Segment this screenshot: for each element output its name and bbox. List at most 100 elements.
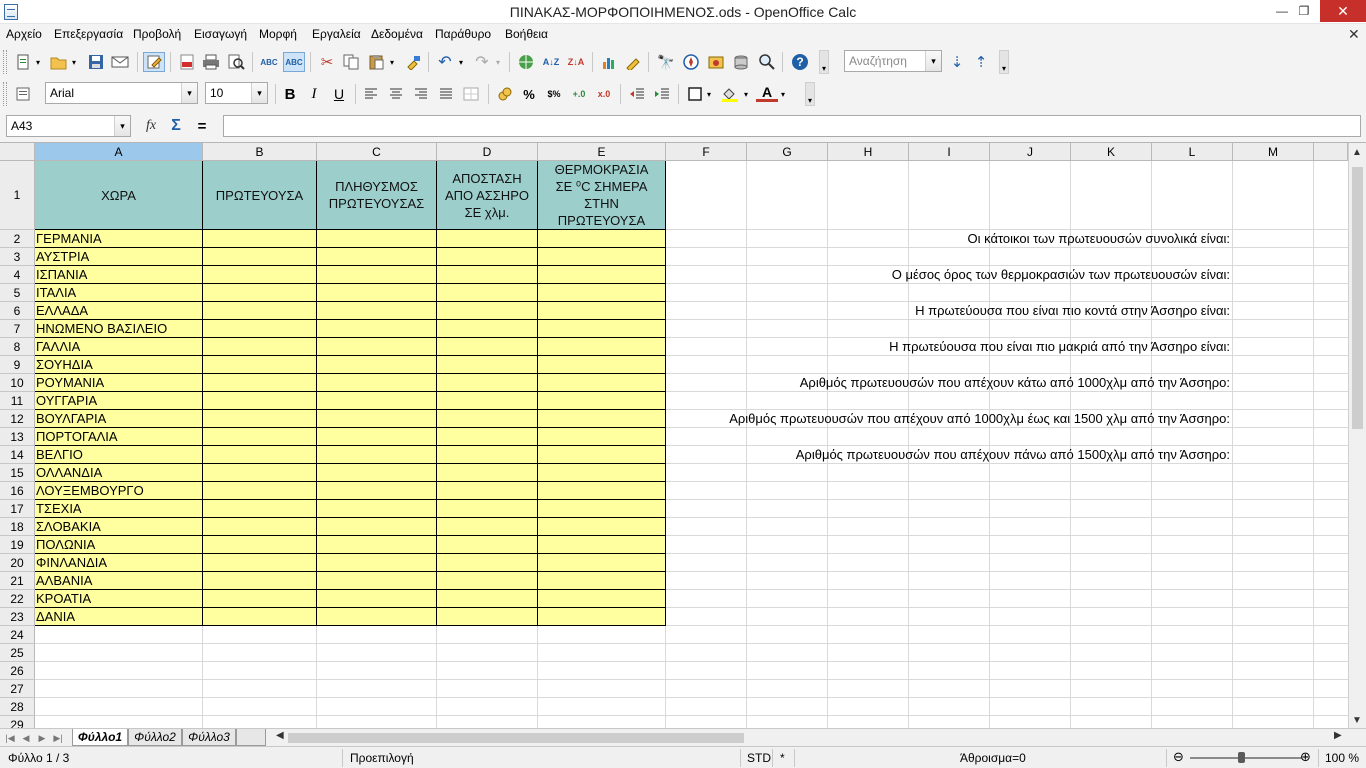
first-sheet-icon[interactable]: |◀: [4, 731, 16, 745]
summary-label[interactable]: Αριθμός πρωτευουσών που απέχουν πάνω από…: [796, 446, 1230, 464]
previous-sheet-icon[interactable]: ◀: [20, 731, 32, 745]
data-cell[interactable]: [437, 536, 538, 554]
data-cell[interactable]: [538, 536, 666, 554]
horizontal-scrollbar[interactable]: ◀ ▶: [274, 730, 1348, 746]
data-cell[interactable]: [538, 338, 666, 356]
toolbar-grip[interactable]: [3, 82, 7, 106]
data-cell[interactable]: [317, 482, 437, 500]
name-box-dropdown-arrow-icon[interactable]: ▾: [114, 116, 130, 136]
data-cell[interactable]: [437, 500, 538, 518]
menu-format[interactable]: Μορφή: [259, 27, 297, 41]
background-color-dropdown-arrow-icon[interactable]: ▾: [741, 84, 751, 104]
row-header-29[interactable]: 29: [0, 716, 35, 728]
justify-icon[interactable]: [435, 84, 457, 104]
currency-format-icon[interactable]: [494, 84, 516, 104]
page-style[interactable]: Προεπιλογή: [350, 751, 414, 765]
print-preview-icon[interactable]: [225, 52, 247, 72]
data-cell[interactable]: [203, 356, 317, 374]
row-header-8[interactable]: 8: [0, 338, 35, 356]
column-header-e[interactable]: E: [538, 143, 666, 161]
scroll-down-icon[interactable]: ▼: [1352, 715, 1362, 726]
data-cell[interactable]: [203, 392, 317, 410]
decrease-indent-icon[interactable]: [626, 84, 648, 104]
paste-dropdown-arrow-icon[interactable]: ▾: [387, 52, 397, 72]
spellcheck-icon[interactable]: ABC: [258, 52, 280, 72]
sheet-tab-2[interactable]: Φύλλο2: [128, 729, 182, 746]
clone-formatting-icon[interactable]: [402, 52, 424, 72]
header-temperature[interactable]: ΘΕΡΜΟΚΡΑΣΙΑ ΣΕ ⁰C ΣΗΜΕΡΑ ΣΤΗΝ ΠΡΩΤΕΥΟΥΣΑ: [538, 161, 666, 230]
summary-label[interactable]: Ο μέσος όρος των θερμοκρασιών των πρωτευ…: [892, 266, 1230, 284]
data-cell[interactable]: [317, 428, 437, 446]
data-cell[interactable]: [203, 464, 317, 482]
autospellcheck-icon[interactable]: ABC: [283, 52, 305, 72]
row-header-10[interactable]: 10: [0, 374, 35, 392]
data-cell[interactable]: [317, 572, 437, 590]
gallery-icon[interactable]: [705, 52, 727, 72]
add-sheet-tab[interactable]: [236, 729, 266, 746]
row-header-12[interactable]: 12: [0, 410, 35, 428]
data-sources-icon[interactable]: [730, 52, 752, 72]
find-previous-icon[interactable]: ⇡: [970, 52, 992, 72]
data-cell[interactable]: [437, 410, 538, 428]
font-size-select[interactable]: 10 ▾: [205, 82, 268, 104]
hyperlink-icon[interactable]: [515, 52, 537, 72]
row-header-2[interactable]: 2: [0, 230, 35, 248]
summary-label[interactable]: Οι κάτοικοι των πρωτευουσών συνολικά είν…: [968, 230, 1231, 248]
close-document-icon[interactable]: ✕: [1348, 26, 1360, 43]
column-header-h[interactable]: H: [828, 143, 909, 161]
row-header-18[interactable]: 18: [0, 518, 35, 536]
last-sheet-icon[interactable]: ▶|: [52, 731, 64, 745]
background-color-icon[interactable]: [719, 84, 741, 104]
data-cell[interactable]: [203, 608, 317, 626]
data-cell[interactable]: [203, 518, 317, 536]
maximize-button[interactable]: ❐: [1290, 0, 1318, 22]
data-cell[interactable]: [203, 338, 317, 356]
data-cell[interactable]: [203, 248, 317, 266]
standard-number-format-icon[interactable]: $%: [543, 84, 565, 104]
data-cell[interactable]: [538, 500, 666, 518]
row-header-27[interactable]: 27: [0, 680, 35, 698]
row-header-15[interactable]: 15: [0, 464, 35, 482]
row-header-7[interactable]: 7: [0, 320, 35, 338]
column-header-l[interactable]: L: [1152, 143, 1233, 161]
data-cell[interactable]: [203, 554, 317, 572]
toolbar-overflow-icon[interactable]: ▾: [819, 50, 829, 74]
row-header-5[interactable]: 5: [0, 284, 35, 302]
data-cell[interactable]: [538, 572, 666, 590]
data-cell[interactable]: [203, 230, 317, 248]
menu-file[interactable]: Αρχείο: [6, 27, 42, 41]
zoom-icon[interactable]: [756, 52, 778, 72]
column-header-i[interactable]: I: [909, 143, 990, 161]
new-dropdown-arrow-icon[interactable]: ▾: [33, 52, 43, 72]
column-header-g[interactable]: G: [747, 143, 828, 161]
function-button[interactable]: =: [191, 116, 213, 136]
data-cell[interactable]: [538, 482, 666, 500]
data-cell[interactable]: [538, 302, 666, 320]
data-cell[interactable]: [317, 410, 437, 428]
data-cell[interactable]: [317, 230, 437, 248]
summary-label[interactable]: Αριθμός πρωτευουσών που απέχουν από 1000…: [729, 410, 1230, 428]
column-header-k[interactable]: K: [1071, 143, 1152, 161]
column-header-a[interactable]: A: [35, 143, 203, 161]
data-cell[interactable]: [538, 428, 666, 446]
summary-label[interactable]: Η πρωτεύουσα που είναι πιο μακριά από τη…: [889, 338, 1230, 356]
row-header-25[interactable]: 25: [0, 644, 35, 662]
vertical-scrollbar[interactable]: ▲ ▼: [1348, 143, 1366, 728]
copy-icon[interactable]: [340, 52, 362, 72]
borders-icon[interactable]: [684, 84, 706, 104]
data-cell[interactable]: [317, 392, 437, 410]
menu-data[interactable]: Δεδομένα: [371, 27, 423, 41]
data-cell[interactable]: [437, 356, 538, 374]
data-cell[interactable]: [317, 608, 437, 626]
font-color-dropdown-arrow-icon[interactable]: ▾: [778, 84, 788, 104]
data-cell[interactable]: [437, 446, 538, 464]
header-country[interactable]: ΧΩΡΑ: [35, 161, 203, 230]
row-header-9[interactable]: 9: [0, 356, 35, 374]
underline-button[interactable]: U: [328, 84, 350, 104]
data-cell[interactable]: [538, 374, 666, 392]
font-name-dropdown-arrow-icon[interactable]: ▾: [181, 83, 197, 103]
sort-ascending-icon[interactable]: A↓Z: [540, 52, 562, 72]
data-cell[interactable]: [538, 320, 666, 338]
row-header-22[interactable]: 22: [0, 590, 35, 608]
find-next-icon[interactable]: ⇣: [946, 52, 968, 72]
